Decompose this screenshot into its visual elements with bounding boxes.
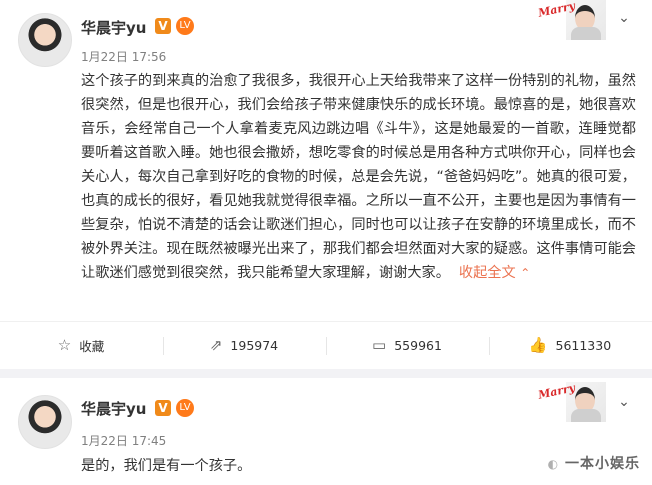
username[interactable]: 华晨宇yu [81,398,146,419]
weibo-post: 华晨宇yu V LV 1月22日 17:45 Marry ⌄ 是的，我们是有一个… [0,378,652,485]
profile-thumbnail[interactable]: Marry [537,381,606,422]
level-badge-icon: LV [176,17,194,35]
star-icon: ☆ [57,336,72,354]
comment-button[interactable]: ▭ 559961 [326,322,488,369]
chevron-up-icon[interactable]: ⌃ [520,266,530,280]
repost-count: 195974 [230,338,279,353]
thumbs-up-icon: 👍 [528,336,548,354]
username[interactable]: 华晨宇yu [81,17,146,38]
brand-logo-icon: Marry [537,0,577,20]
post-separator [0,369,652,378]
watermark-icon: ◐ [547,457,560,471]
chevron-down-icon[interactable]: ⌄ [616,10,632,26]
like-button[interactable]: 👍 5611330 [489,322,651,369]
comment-count: 559961 [394,338,442,353]
avatar[interactable] [18,395,72,449]
level-badge-icon: LV [176,399,194,417]
chevron-down-icon[interactable]: ⌄ [616,394,632,410]
action-bar: ☆ 收藏 ⇗ 195974 ▭ 559961 👍 5611330 [0,321,652,369]
verified-badge: V [155,400,171,416]
weibo-post: 华晨宇yu V LV 1月22日 17:56 Marry ⌄ 这个孩子的到来真的… [0,0,652,369]
favorite-label: 收藏 [79,339,105,354]
share-icon: ⇗ [209,336,223,354]
verified-badge: V [155,18,171,34]
avatar[interactable] [18,13,72,67]
profile-thumbnail[interactable]: Marry [537,0,606,40]
post-timestamp[interactable]: 1月22日 17:45 [81,432,166,449]
brand-logo-icon: Marry [537,381,577,402]
post-body: 这个孩子的到来真的治愈了我很多，我很开心上天给我带来了这样一份特别的礼物，虽然很… [81,73,636,281]
favorite-button[interactable]: ☆ 收藏 [0,322,162,369]
post-text: 这个孩子的到来真的治愈了我很多，我很开心上天给我带来了这样一份特别的礼物，虽然很… [81,69,636,285]
post-timestamp[interactable]: 1月22日 17:56 [81,48,166,65]
collapse-link[interactable]: 收起全文 ⌃ [454,265,530,281]
comment-icon: ▭ [372,336,387,354]
watermark: ◐ 一本小娱乐 [547,456,640,472]
repost-button[interactable]: ⇗ 195974 [163,322,325,369]
like-count: 5611330 [555,338,612,353]
